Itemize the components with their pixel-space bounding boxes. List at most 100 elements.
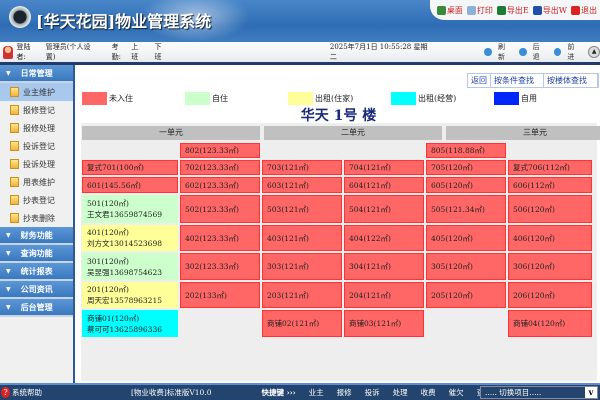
unit-cell[interactable]: 504(121㎡) <box>344 195 424 223</box>
search-link[interactable]: 按楼体查找 <box>544 74 598 87</box>
unit-cell[interactable]: 商铺01(120㎡) 蔡可可13625896336 <box>82 310 178 337</box>
sidebar-group[interactable]: ▼ 后台管理 <box>0 299 73 317</box>
unit-cell[interactable]: 502(123.33㎡) <box>180 195 260 223</box>
shortcut-link[interactable]: 催欠 <box>449 388 464 397</box>
unit-cell[interactable]: 802(123.33㎡) <box>180 143 260 158</box>
unit-number: 306(120㎡) <box>513 262 555 271</box>
collapse-header-button[interactable]: ▲ <box>588 46 600 58</box>
unit-cell[interactable]: 606(112㎡) <box>508 177 592 193</box>
triangle-down-icon: ▼ <box>6 69 11 77</box>
sidebar-item[interactable]: 投诉登记 <box>0 137 73 155</box>
unit-cell[interactable]: 702(123.33㎡) <box>180 160 260 175</box>
triangle-down-icon: ▼ <box>6 231 11 239</box>
unit-cell[interactable]: 605(120㎡) <box>426 177 506 193</box>
unit-number: 406(120㎡) <box>513 233 555 243</box>
unit-cell[interactable]: 305(120㎡) <box>426 253 506 280</box>
legend-swatch <box>391 92 416 105</box>
refresh-button[interactable]: 刷新 <box>484 42 511 62</box>
unit-cell[interactable]: 201(120㎡) 周天宏13578963215 <box>82 282 178 308</box>
unit-cell[interactable]: 203(121㎡) <box>262 282 342 308</box>
unit-cell[interactable]: 406(120㎡) <box>508 225 592 251</box>
unit-header: 一单元 <box>82 126 260 140</box>
toolbar-word-button[interactable]: 导出W <box>532 5 567 16</box>
sidebar-item[interactable]: 投诉处理 <box>0 155 73 173</box>
back-icon <box>519 48 527 56</box>
unit-cell[interactable]: 601(145.56㎡) <box>82 177 178 193</box>
project-switch-select[interactable]: ..... 切换项目..... v <box>480 386 598 399</box>
unit-cell[interactable]: 705(120㎡) <box>426 160 506 175</box>
shortcut-link[interactable]: 报修 <box>337 388 352 397</box>
sidebar-group[interactable]: ▼ 财务功能 <box>0 227 73 245</box>
unit-cell[interactable]: 505(121.34㎡) <box>426 195 506 223</box>
sidebar-group[interactable]: ▼ 统计报表 <box>0 263 73 281</box>
unit-cell[interactable]: 复式701(100㎡) <box>82 160 178 175</box>
toolbar-home-button[interactable]: 桌面 <box>436 5 463 16</box>
search-link[interactable]: 按条件查找 <box>491 74 544 87</box>
sidebar-group[interactable]: ▼ 公司资讯 <box>0 281 73 299</box>
unit-cell[interactable]: 202(133㎡) <box>180 282 260 308</box>
unit-cell[interactable]: 306(120㎡) <box>508 253 592 280</box>
sidebar-item[interactable]: 抄表登记 <box>0 191 73 209</box>
off-duty-button[interactable]: 下班 <box>155 42 168 62</box>
unit-cell[interactable]: 204(121㎡) <box>344 282 424 308</box>
sidebar-item[interactable]: 业主维护 <box>0 83 73 101</box>
sidebar-item[interactable]: 报修处理 <box>0 119 73 137</box>
unit-cell[interactable]: 403(121㎡) <box>262 225 342 251</box>
unit-cell[interactable]: 302(123.33㎡) <box>180 253 260 280</box>
unit-cell[interactable]: 301(120㎡) 吴昱强13698754623 <box>82 253 178 280</box>
back-button[interactable]: 后退 <box>519 42 546 62</box>
unit-cell[interactable]: 703(121㎡) <box>262 160 342 175</box>
toolbar-printer-button[interactable]: 打印 <box>466 5 493 16</box>
unit-cell[interactable]: 商铺03(121㎡) <box>344 310 424 337</box>
user-settings-link[interactable]: 管理员(个人设置) <box>46 42 98 62</box>
toolbar-excel-button[interactable]: 导出E <box>496 5 529 16</box>
unit-cell[interactable]: 商铺04(120㎡) <box>508 310 592 337</box>
triangle-down-icon: ▼ <box>6 267 11 275</box>
unit-cell[interactable]: 303(121㎡) <box>262 253 342 280</box>
unit-cell[interactable]: 501(120㎡) 王文君13659874569 <box>82 195 178 223</box>
legend-label: 出租(经营) <box>418 94 457 103</box>
attendance-label: 考勤: <box>111 43 121 61</box>
unit-cell[interactable]: 206(120㎡) <box>508 282 592 308</box>
unit-cell[interactable]: 604(121㎡) <box>344 177 424 193</box>
unit-cell[interactable]: 205(120㎡) <box>426 282 506 308</box>
unit-cell[interactable]: 304(121㎡) <box>344 253 424 280</box>
search-link[interactable]: 返回 <box>468 74 491 87</box>
unit-cell[interactable]: 602(123.33㎡) <box>180 177 260 193</box>
sidebar-item[interactable]: 报修登记 <box>0 101 73 119</box>
forward-button[interactable]: 前进 <box>553 42 581 62</box>
unit-cell[interactable]: 704(121㎡) <box>344 160 424 175</box>
unit-number: 704(121㎡) <box>349 163 391 172</box>
unit-cell[interactable]: 商铺02(121㎡) <box>262 310 342 337</box>
unit-cell[interactable]: 503(121㎡) <box>262 195 342 223</box>
shortcut-link[interactable]: 收费 <box>421 388 436 397</box>
legend-label: 出租(住家) <box>315 94 354 103</box>
on-duty-button[interactable]: 上班 <box>131 42 144 62</box>
unit-number: 501(120㎡) <box>87 199 129 208</box>
sidebar-item[interactable]: 抄表删除 <box>0 209 73 227</box>
unit-cell[interactable]: 复式706(112㎡) <box>508 160 592 175</box>
shortcut-link[interactable]: 业主 <box>309 388 324 397</box>
building-title: 华天 1号 楼 <box>300 108 377 124</box>
unit-cell[interactable]: 402(123.33㎡) <box>180 225 260 251</box>
unit-number: 商铺01(120㎡) <box>87 313 140 323</box>
shortcut-link[interactable]: 处理 <box>393 388 408 397</box>
sidebar-group[interactable]: ▼ 查询功能 <box>0 245 73 263</box>
sidebar-group[interactable]: ▼ 日常管理 <box>0 65 73 83</box>
unit-cell[interactable]: 401(120㎡) 刘方文13014523698 <box>82 225 178 251</box>
legend-item: 未入住 <box>82 92 133 105</box>
unit-cell[interactable]: 603(121㎡) <box>262 177 342 193</box>
unit-cell[interactable]: 405(120㎡) <box>426 225 506 251</box>
triangle-down-icon: ▼ <box>6 303 11 311</box>
sidebar-item[interactable]: 用表维护 <box>0 173 73 191</box>
legend-swatch <box>82 92 107 105</box>
toolbar-label: 导出W <box>542 5 567 15</box>
unit-cell[interactable]: 404(122㎡) <box>344 225 424 251</box>
toolbar-exit-button[interactable]: 退出 <box>571 5 597 16</box>
unit-cell[interactable]: 805(118.88㎡) <box>426 143 506 158</box>
unit-number: 402(123.33㎡) <box>185 233 239 243</box>
shortcut-link[interactable]: 投诉 <box>365 388 380 397</box>
unit-cell[interactable]: 506(120㎡) <box>508 195 592 223</box>
toolbar-label: 导出E <box>506 5 529 15</box>
help-button[interactable]: ? 系统帮助 <box>1 387 131 398</box>
